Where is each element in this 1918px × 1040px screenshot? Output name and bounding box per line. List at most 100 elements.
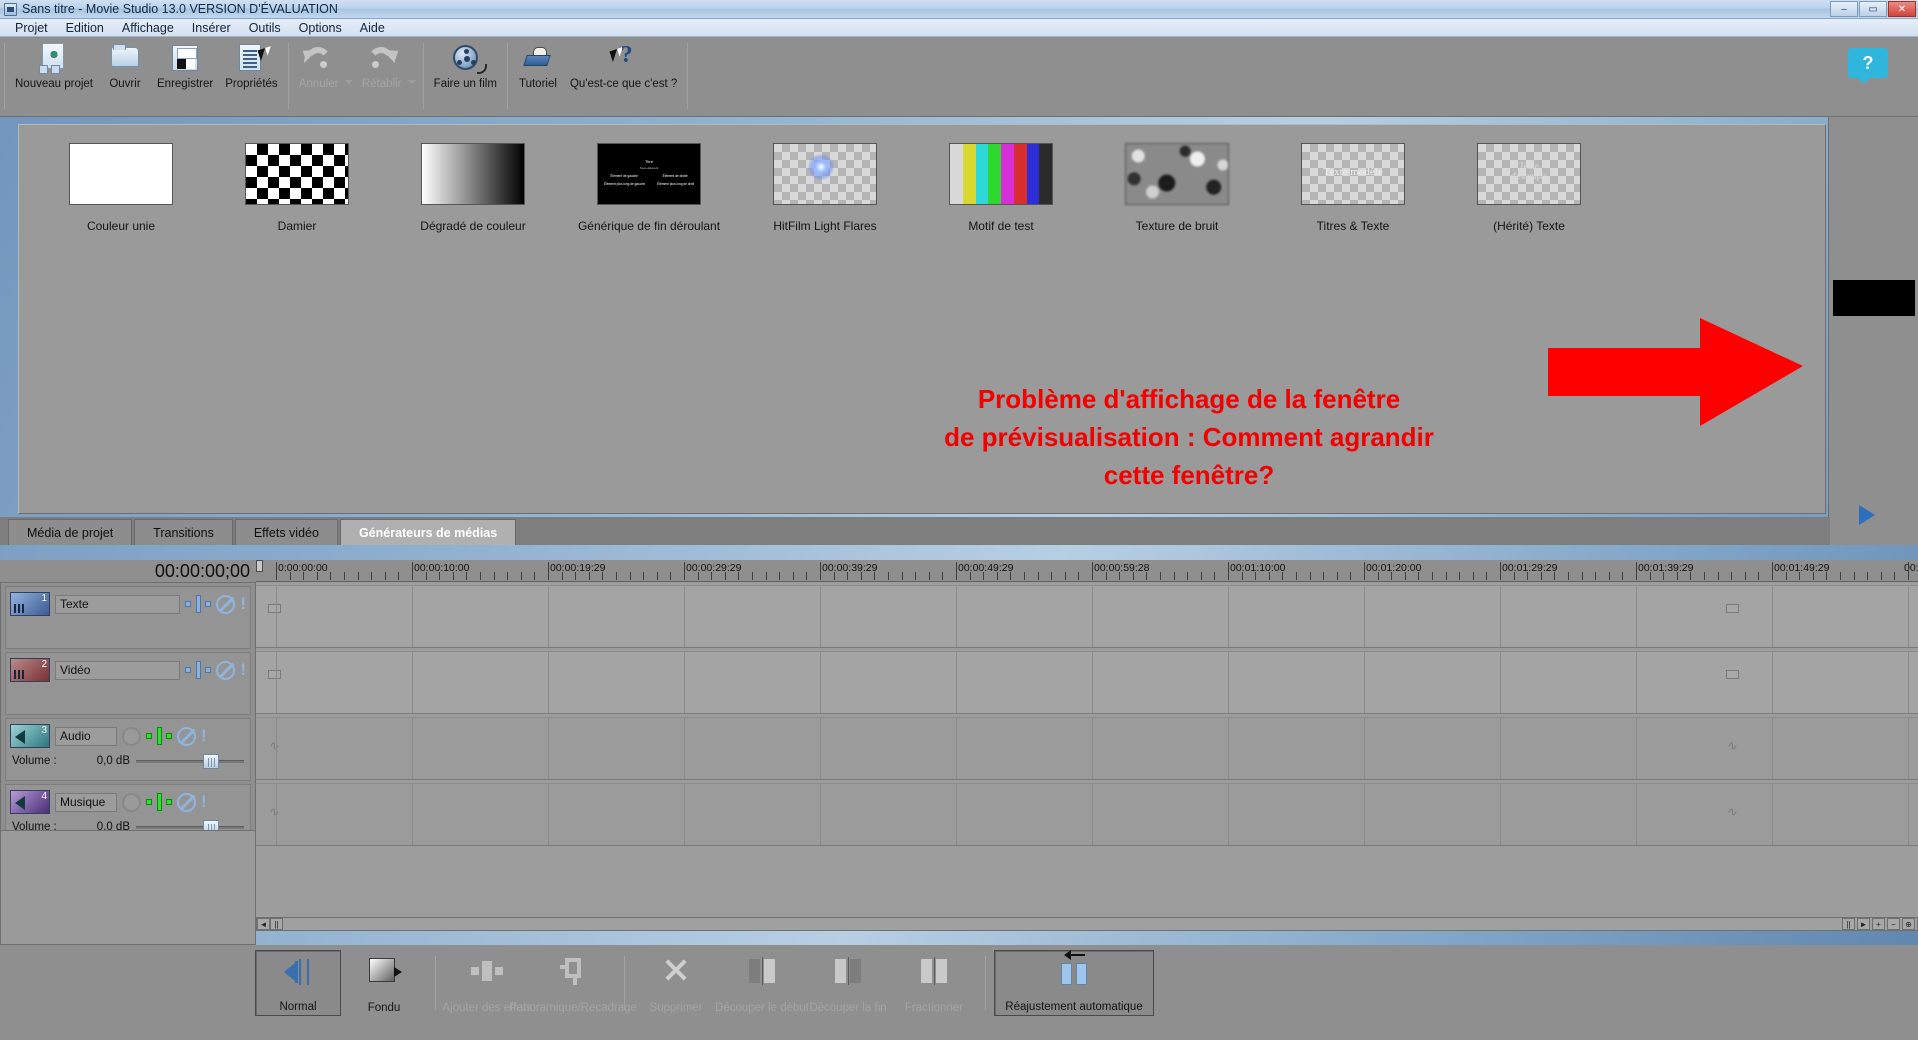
track-name-input[interactable]: Texte	[55, 594, 181, 614]
track-pan-icon[interactable]	[185, 660, 212, 680]
track-header-3[interactable]: 3 Audio ! Volume : 0,0 dB	[5, 718, 251, 781]
split-button[interactable]: Fractionner	[891, 950, 977, 1016]
new-project-button[interactable]: Nouveau projet	[9, 37, 99, 116]
menu-item-aide[interactable]: Aide	[351, 20, 394, 36]
properties-button[interactable]: Propriétés	[219, 37, 283, 116]
tab-generateurs-de-medias[interactable]: Générateurs de médias	[339, 519, 517, 545]
undo-button[interactable]: Annuler	[293, 37, 345, 116]
zoom-tool-button[interactable]: ⊕	[1902, 918, 1915, 930]
scroll-pause-button[interactable]: ||	[1842, 918, 1855, 930]
trim-start-button[interactable]: Découper le début	[715, 950, 809, 1016]
menu-item-inserer[interactable]: Insérer	[183, 20, 240, 36]
generator-item-light-flares[interactable]: HitFilm Light Flares	[737, 143, 913, 233]
scroll-right-button[interactable]: ►	[1857, 918, 1870, 930]
timeline-ruler[interactable]: 0:00:00:00 00:00:10:00 00:00:19:29 00:00…	[256, 560, 1918, 582]
track-name-input[interactable]: Audio	[55, 726, 117, 746]
redo-dropdown-button[interactable]	[407, 79, 419, 84]
test-pattern-thumbnail	[949, 143, 1053, 205]
zoom-out-button[interactable]: −	[1887, 918, 1900, 930]
track-pan-icon[interactable]	[146, 726, 172, 746]
timeline-gridline	[1228, 652, 1229, 713]
make-movie-button[interactable]: Faire un film	[428, 37, 503, 116]
tab-effets-video[interactable]: Effets vidéo	[234, 519, 338, 545]
redo-button[interactable]: Rétablir	[356, 37, 408, 116]
track-mute-icon[interactable]	[216, 660, 236, 680]
pan-crop-button[interactable]: Panoramique/Recadrage	[509, 950, 637, 1016]
ruler-tick	[752, 572, 753, 580]
menu-item-edition[interactable]: Edition	[57, 20, 113, 36]
scroll-left-button[interactable]: ◄	[257, 918, 270, 930]
timecode-display[interactable]: 00:00:00;00	[0, 560, 256, 582]
audio-track-icon: 3	[10, 724, 50, 748]
whats-this-button[interactable]: ? Qu'est-ce que c'est ?	[564, 37, 683, 116]
track-record-arm-icon[interactable]	[122, 726, 141, 746]
timeline-track-lane-1[interactable]	[256, 585, 1918, 648]
generator-item-noise-texture[interactable]: Texture de bruit	[1089, 143, 1265, 233]
tutorial-button[interactable]: Tutoriel	[512, 37, 564, 116]
track-solo-icon[interactable]: !	[240, 594, 246, 614]
track-mute-icon[interactable]	[216, 594, 236, 614]
solid-white-thumbnail	[69, 143, 173, 205]
normal-tool-button[interactable]: Normal	[255, 950, 341, 1016]
track-pan-icon[interactable]	[146, 792, 172, 812]
minimize-button[interactable]: –	[1830, 1, 1858, 17]
toolbar-divider-3	[506, 43, 508, 109]
track-mute-icon[interactable]	[177, 792, 196, 812]
menu-item-affichage[interactable]: Affichage	[113, 20, 183, 36]
timeline-track-lane-4[interactable]: ∿ ∿	[256, 783, 1918, 846]
ruler-tick	[1527, 572, 1529, 580]
timeline-empty-area[interactable]	[256, 852, 1918, 917]
pointing-hand-icon	[521, 41, 555, 75]
timeline-track-lane-3[interactable]: ∿ ∿	[256, 717, 1918, 780]
trim-end-button[interactable]: Découper la fin	[805, 950, 891, 1016]
track-solo-icon[interactable]: !	[201, 726, 207, 746]
volume-slider[interactable]	[136, 754, 244, 769]
track-solo-icon[interactable]: !	[240, 660, 246, 680]
track-name-input[interactable]: Musique	[55, 792, 117, 812]
track-pan-icon[interactable]	[185, 594, 212, 614]
undo-dropdown-button[interactable]	[344, 79, 356, 84]
playhead-cursor[interactable]	[256, 560, 263, 572]
timeline-tracks-area[interactable]: ∿ ∿ ∿ ∿	[256, 582, 1918, 917]
close-button[interactable]: ✕	[1888, 1, 1916, 17]
generator-item-solid-color[interactable]: Couleur unie	[33, 143, 209, 233]
timeline-gridline	[684, 586, 685, 647]
ruler-tick	[1432, 572, 1433, 580]
track-mute-icon[interactable]	[177, 726, 196, 746]
tab-transitions[interactable]: Transitions	[134, 519, 233, 545]
save-button[interactable]: Enregistrer	[151, 37, 219, 116]
track-list-empty-area[interactable]	[0, 830, 256, 945]
track-name-input[interactable]: Vidéo	[55, 660, 181, 680]
track-header-2[interactable]: 2 Vidéo !	[5, 652, 251, 715]
menu-item-options[interactable]: Options	[290, 20, 351, 36]
generator-item-credit-roll[interactable]: Titre Sous-élément Élément de gauche Élé…	[561, 143, 737, 233]
ruler-tick	[548, 562, 549, 580]
generator-item-color-gradient[interactable]: Dégradé de couleur	[385, 143, 561, 233]
annotation-text: Problème d'affichage de la fenêtre de pr…	[944, 384, 1434, 490]
scroll-handle[interactable]: ||	[270, 918, 283, 930]
timeline-gridline	[548, 784, 549, 845]
tab-media-de-projet[interactable]: Média de projet	[8, 519, 133, 545]
zoom-in-button[interactable]: +	[1872, 918, 1885, 930]
menu-item-projet[interactable]: Projet	[6, 20, 57, 36]
tutorial-label: Tutoriel	[518, 78, 557, 90]
generator-item-legacy-text[interactable]: Texte d'exemple (Hérité) Texte	[1441, 143, 1617, 233]
play-triangle-icon[interactable]	[1859, 505, 1875, 525]
generator-item-checkerboard[interactable]: Damier	[209, 143, 385, 233]
open-button[interactable]: Ouvrir	[99, 37, 151, 116]
menu-item-outils[interactable]: Outils	[240, 20, 290, 36]
generator-item-test-pattern[interactable]: Motif de test	[913, 143, 1089, 233]
auto-ripple-button[interactable]: Réajustement automatique	[994, 950, 1154, 1016]
timeline-track-lane-2[interactable]	[256, 651, 1918, 714]
help-badge[interactable]: ?	[1848, 48, 1888, 84]
track-header-1[interactable]: 1 Texte !	[5, 586, 251, 649]
maximize-button[interactable]: ▭	[1859, 1, 1887, 17]
timeline-horizontal-scrollbar[interactable]: ◄ || || ► + − ⊕	[256, 917, 1918, 931]
generator-item-titles-and-text[interactable]: Texte modèle Titres & Texte	[1265, 143, 1441, 233]
delete-button[interactable]: Supprimer	[633, 950, 719, 1016]
ruler-tick	[520, 572, 522, 580]
track-record-arm-icon[interactable]	[122, 792, 141, 812]
track-solo-icon[interactable]: !	[201, 792, 207, 812]
crossfade-tool-button[interactable]: Fondu	[341, 950, 427, 1016]
credits-left-2: Élément plus long de gauche	[604, 182, 646, 186]
